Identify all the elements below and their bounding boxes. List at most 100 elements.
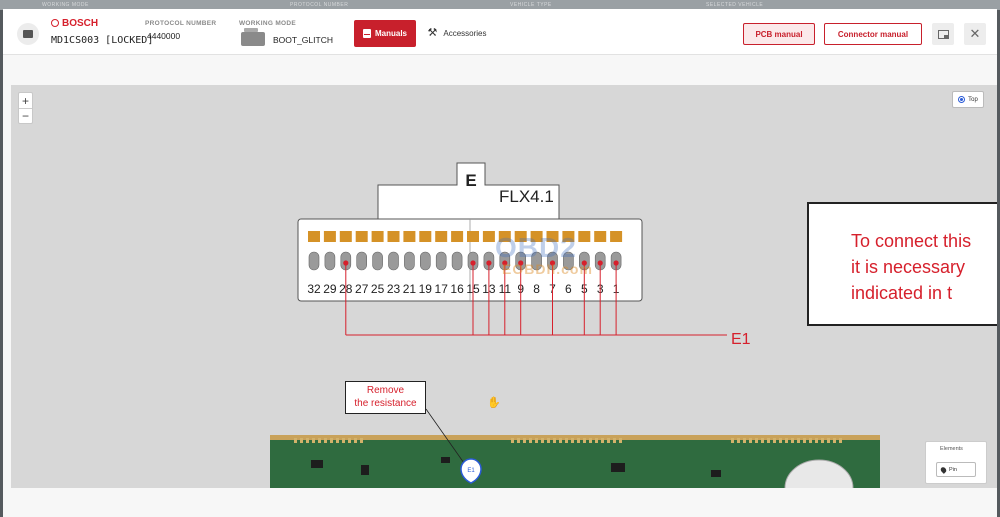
pcb-pad (318, 438, 321, 443)
remove-resistance-note: Remove the resistance (345, 381, 426, 414)
pcb-pad (565, 438, 568, 443)
pin-pad (419, 231, 432, 242)
pin-pad (610, 231, 623, 242)
pcb-pad (791, 438, 794, 443)
pcb-pad (511, 438, 514, 443)
pin-number: 19 (419, 282, 433, 296)
pin-socket (435, 251, 447, 271)
pcb-pad (294, 438, 297, 443)
pcb-component (441, 457, 450, 463)
ghost-label: WORKING MODE (42, 2, 89, 8)
pin-pad (467, 231, 479, 242)
pin-pad (594, 231, 607, 242)
pin-pad (323, 231, 336, 242)
pin-socket (324, 251, 336, 271)
instruction-line: indicated in t (851, 283, 953, 303)
pcb-pad (535, 438, 538, 443)
watermark: OBD2 (495, 232, 577, 263)
book-icon (362, 29, 371, 38)
pin-number: 23 (387, 282, 401, 296)
pcb-pad (803, 438, 806, 443)
pcb-pad (755, 438, 758, 443)
pin-socket (451, 251, 463, 271)
ghost-label: VEHICLE TYPE (510, 2, 552, 8)
pcb-pad (815, 438, 818, 443)
pcb-manual-button[interactable]: PCB manual (743, 23, 815, 45)
pcb-component (311, 460, 323, 468)
pcb-component (711, 470, 721, 477)
ecu-name: MD1CS003 [LOCKED] (51, 35, 154, 46)
pin-pad (308, 231, 320, 242)
ghost-label: PROTOCOL NUMBER (290, 2, 349, 8)
pcb-pad (809, 438, 812, 443)
pin-number: 16 (450, 282, 464, 296)
instruction-line: it is necessary (851, 257, 966, 277)
pin-socket (308, 251, 320, 271)
popout-icon (937, 29, 949, 39)
pcb-pad (737, 438, 740, 443)
working-mode-value: BOOT_GLITCH (273, 35, 333, 45)
pin-number: 29 (323, 282, 337, 296)
pcb-pad (529, 438, 532, 443)
pin-pad (435, 231, 448, 242)
pcb-pad (324, 438, 327, 443)
pcb-pad (743, 438, 746, 443)
pcb-pad (312, 438, 315, 443)
tools-icon: ⚒ (427, 27, 438, 39)
pcb-pad (517, 438, 520, 443)
pin-number: 25 (371, 282, 385, 296)
pcb-component (361, 465, 369, 475)
pin-socket (388, 251, 399, 271)
pcb-pad (731, 438, 734, 443)
group-label-e1: E1 (731, 331, 751, 348)
instruction-box: To connect this it is necessary indicate… (807, 202, 997, 326)
tab-accessories[interactable]: ⚒ Accessories (418, 20, 496, 47)
connector-name: FLX4.1 (499, 187, 554, 206)
diagram-viewer[interactable]: + − Top E FLX4.1 32 29 28 27 25 23 21 19 17 16 15 1… (11, 85, 997, 488)
pcb-pad (547, 438, 550, 443)
pin-pad (387, 231, 400, 242)
pcb-pad (773, 438, 776, 443)
tab-accessories-label: Accessories (443, 29, 487, 38)
pcb-pad (553, 438, 556, 443)
pcb-pad (336, 438, 339, 443)
pin-marker (613, 260, 619, 266)
pin-number: 32 (307, 282, 321, 296)
watermark-sub: EOBDII.com (502, 261, 593, 277)
pcb-pad (595, 438, 598, 443)
pcb-pad (330, 438, 333, 443)
protocol-label: PROTOCOL NUMBER (145, 20, 217, 27)
pcb-pad (833, 438, 836, 443)
popout-button[interactable] (932, 23, 954, 45)
pin-number: 21 (403, 282, 417, 296)
boot-mode-icon (241, 28, 265, 46)
pin-pad (371, 231, 384, 242)
pin-marker (597, 260, 603, 266)
pin-socket (356, 251, 368, 271)
pcb-pad (541, 438, 544, 443)
bosch-logo-icon (51, 19, 59, 27)
marker-label: E1 (467, 468, 475, 474)
pcb-pad (613, 438, 616, 443)
pcb-pad (839, 438, 842, 443)
tab-manuals-label: Manuals (374, 29, 407, 38)
elements-title: Elements (940, 446, 963, 452)
close-button[interactable]: ✕ (964, 23, 986, 45)
elements-item-pin[interactable]: Pin (936, 462, 976, 477)
tab-manuals[interactable]: Manuals (354, 20, 416, 47)
pcb-component (611, 463, 625, 472)
pin-number: 17 (435, 282, 449, 296)
pin-pad (339, 231, 352, 242)
remove-note-line: the resistance (354, 398, 417, 409)
pcb-pad (306, 438, 309, 443)
pcb-pad (360, 438, 363, 443)
pcb-pad (300, 438, 303, 443)
connector-manual-button[interactable]: Connector manual (824, 23, 922, 45)
pcb-pad (559, 438, 562, 443)
pcb-pad (577, 438, 580, 443)
pin-pad (482, 231, 495, 242)
pcb-pad (348, 438, 351, 443)
pcb-pad (583, 438, 586, 443)
pcb-pad (571, 438, 574, 443)
pcb-pad (785, 438, 788, 443)
